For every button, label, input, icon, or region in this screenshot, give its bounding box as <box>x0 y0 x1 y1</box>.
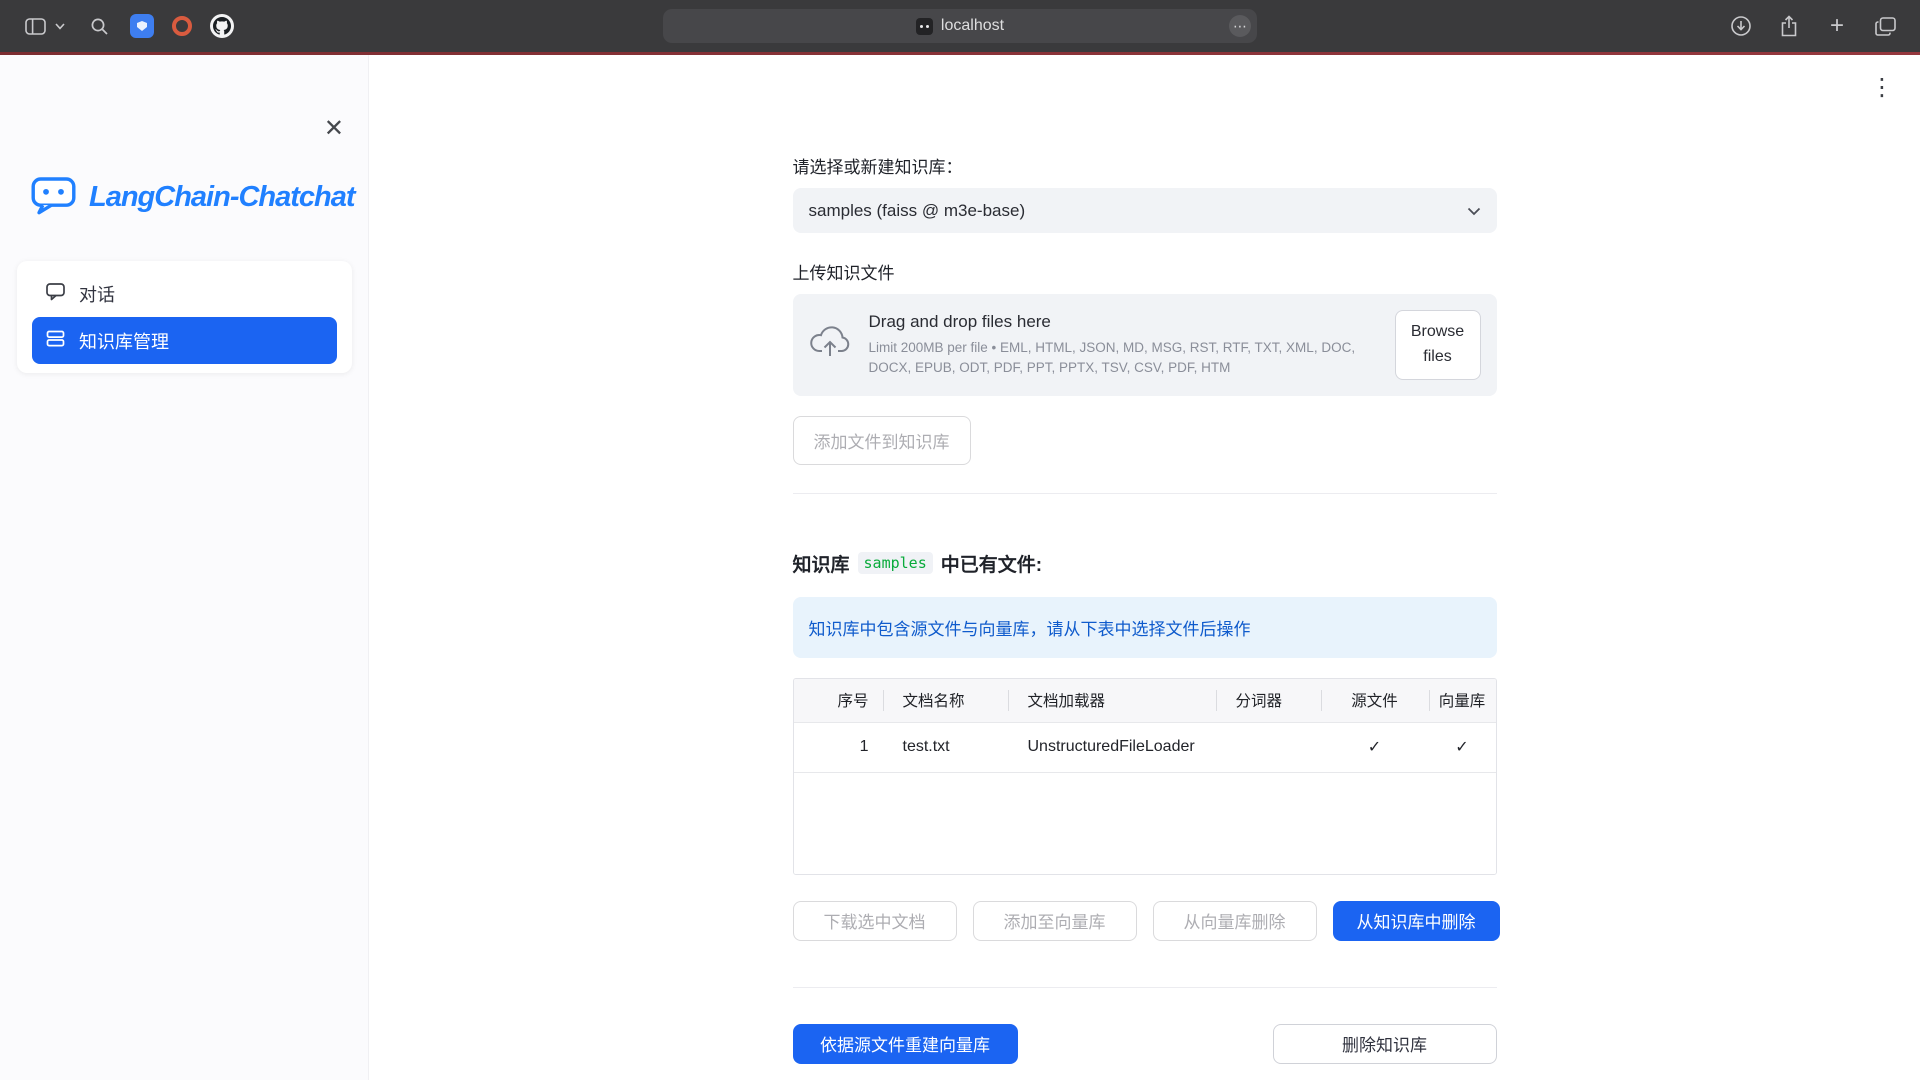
col-header-vector: 向量库 <box>1429 679 1496 722</box>
main-menu-icon[interactable]: ⋮ <box>1862 69 1902 106</box>
rebuild-vector-store-button[interactable]: 依据源文件重建向量库 <box>793 1024 1018 1064</box>
url-text: localhost <box>941 17 1004 35</box>
remove-from-vector-button[interactable]: 从向量库删除 <box>1153 901 1317 941</box>
logo-icon <box>30 173 77 221</box>
sidebar-item-label: 对话 <box>79 281 115 307</box>
kb-select-label: 请选择或新建知识库： <box>793 153 1497 178</box>
screen: localhost ⋯ + <box>0 0 1920 1080</box>
logo-text: LangChain-Chatchat <box>89 181 355 214</box>
sidebar-item-knowledge-base[interactable]: 知识库管理 <box>32 317 337 364</box>
site-favicon <box>916 18 933 35</box>
search-icon[interactable] <box>84 11 114 41</box>
files-table[interactable]: 序号 文档名称 文档加载器 分词器 源文件 向量库 1 test.txt Uns… <box>793 678 1497 875</box>
divider <box>793 987 1497 988</box>
main-area: ⋮ 请选择或新建知识库： samples (faiss @ m3e-base) … <box>369 55 1920 1080</box>
table-row[interactable]: 1 test.txt UnstructuredFileLoader ✓ ✓ <box>794 722 1496 772</box>
table-empty-area <box>794 772 1496 874</box>
cell-splitter <box>1216 723 1321 772</box>
sidebar-nav: 对话 知识库管理 <box>17 261 352 373</box>
cloud-upload-icon <box>809 325 851 364</box>
kb-name-code: samples <box>858 552 933 574</box>
sidebar-chevron-icon[interactable] <box>52 11 68 41</box>
kb-select-value: samples (faiss @ m3e-base) <box>809 201 1026 221</box>
add-files-button[interactable]: 添加文件到知识库 <box>793 416 971 465</box>
download-selected-button[interactable]: 下载选中文档 <box>793 901 957 941</box>
file-uploader-dropzone[interactable]: Drag and drop files here Limit 200MB per… <box>793 294 1497 396</box>
sidebar: ✕ LangChain-Chatchat <box>0 55 369 1080</box>
github-extension-icon[interactable] <box>210 14 234 38</box>
cell-filename: test.txt <box>883 723 1008 772</box>
new-tab-icon[interactable]: + <box>1822 11 1852 41</box>
cell-vector-check: ✓ <box>1429 723 1496 772</box>
sidebar-item-label: 知识库管理 <box>79 328 169 354</box>
kb-bottom-actions: 依据源文件重建向量库 删除知识库 <box>793 1024 1497 1064</box>
col-header-loader: 文档加载器 <box>1008 679 1216 722</box>
files-heading-suffix: 中已有文件: <box>941 550 1042 577</box>
chevron-down-icon <box>1467 201 1481 221</box>
page-actions-icon[interactable]: ⋯ <box>1229 15 1251 37</box>
address-bar[interactable]: localhost ⋯ <box>663 9 1257 43</box>
add-to-vector-button[interactable]: 添加至向量库 <box>973 901 1137 941</box>
browse-files-button[interactable]: Browse files <box>1395 310 1481 380</box>
col-header-source: 源文件 <box>1321 679 1429 722</box>
knowledge-base-icon <box>45 328 66 354</box>
downloads-icon[interactable] <box>1726 11 1756 41</box>
upload-label: 上传知识文件 <box>793 259 1497 284</box>
dropzone-title: Drag and drop files here <box>869 312 1377 332</box>
logo: LangChain-Chatchat <box>0 55 368 221</box>
delete-from-kb-button[interactable]: 从知识库中删除 <box>1333 901 1500 941</box>
sidebar-toggle-icon[interactable] <box>20 11 50 41</box>
sidebar-item-dialogue[interactable]: 对话 <box>32 270 337 317</box>
cell-source-check: ✓ <box>1321 723 1429 772</box>
files-heading: 知识库 samples 中已有文件: <box>793 550 1497 577</box>
delete-kb-button[interactable]: 删除知识库 <box>1273 1024 1497 1064</box>
info-banner: 知识库中包含源文件与向量库，请从下表中选择文件后操作 <box>793 597 1497 658</box>
files-heading-prefix: 知识库 <box>793 550 850 577</box>
dropzone-limit-text: Limit 200MB per file • EML, HTML, JSON, … <box>869 338 1377 377</box>
chat-icon <box>45 281 66 307</box>
col-header-filename: 文档名称 <box>883 679 1008 722</box>
share-icon[interactable] <box>1774 11 1804 41</box>
divider <box>793 493 1497 494</box>
sidebar-close-icon[interactable]: ✕ <box>324 117 344 141</box>
cell-loader: UnstructuredFileLoader <box>1008 723 1216 772</box>
extension-icon-blue[interactable] <box>130 14 154 38</box>
col-header-index: 序号 <box>794 679 883 722</box>
browser-toolbar: localhost ⋯ + <box>0 0 1920 52</box>
cell-index: 1 <box>794 723 883 772</box>
table-actions: 下载选中文档 添加至向量库 从向量库删除 从知识库中删除 <box>793 901 1497 941</box>
table-header-row: 序号 文档名称 文档加载器 分词器 源文件 向量库 <box>794 679 1496 722</box>
kb-select[interactable]: samples (faiss @ m3e-base) <box>793 188 1497 233</box>
extension-icon-orange[interactable] <box>170 14 194 38</box>
col-header-splitter: 分词器 <box>1216 679 1321 722</box>
tab-overview-icon[interactable] <box>1870 11 1900 41</box>
